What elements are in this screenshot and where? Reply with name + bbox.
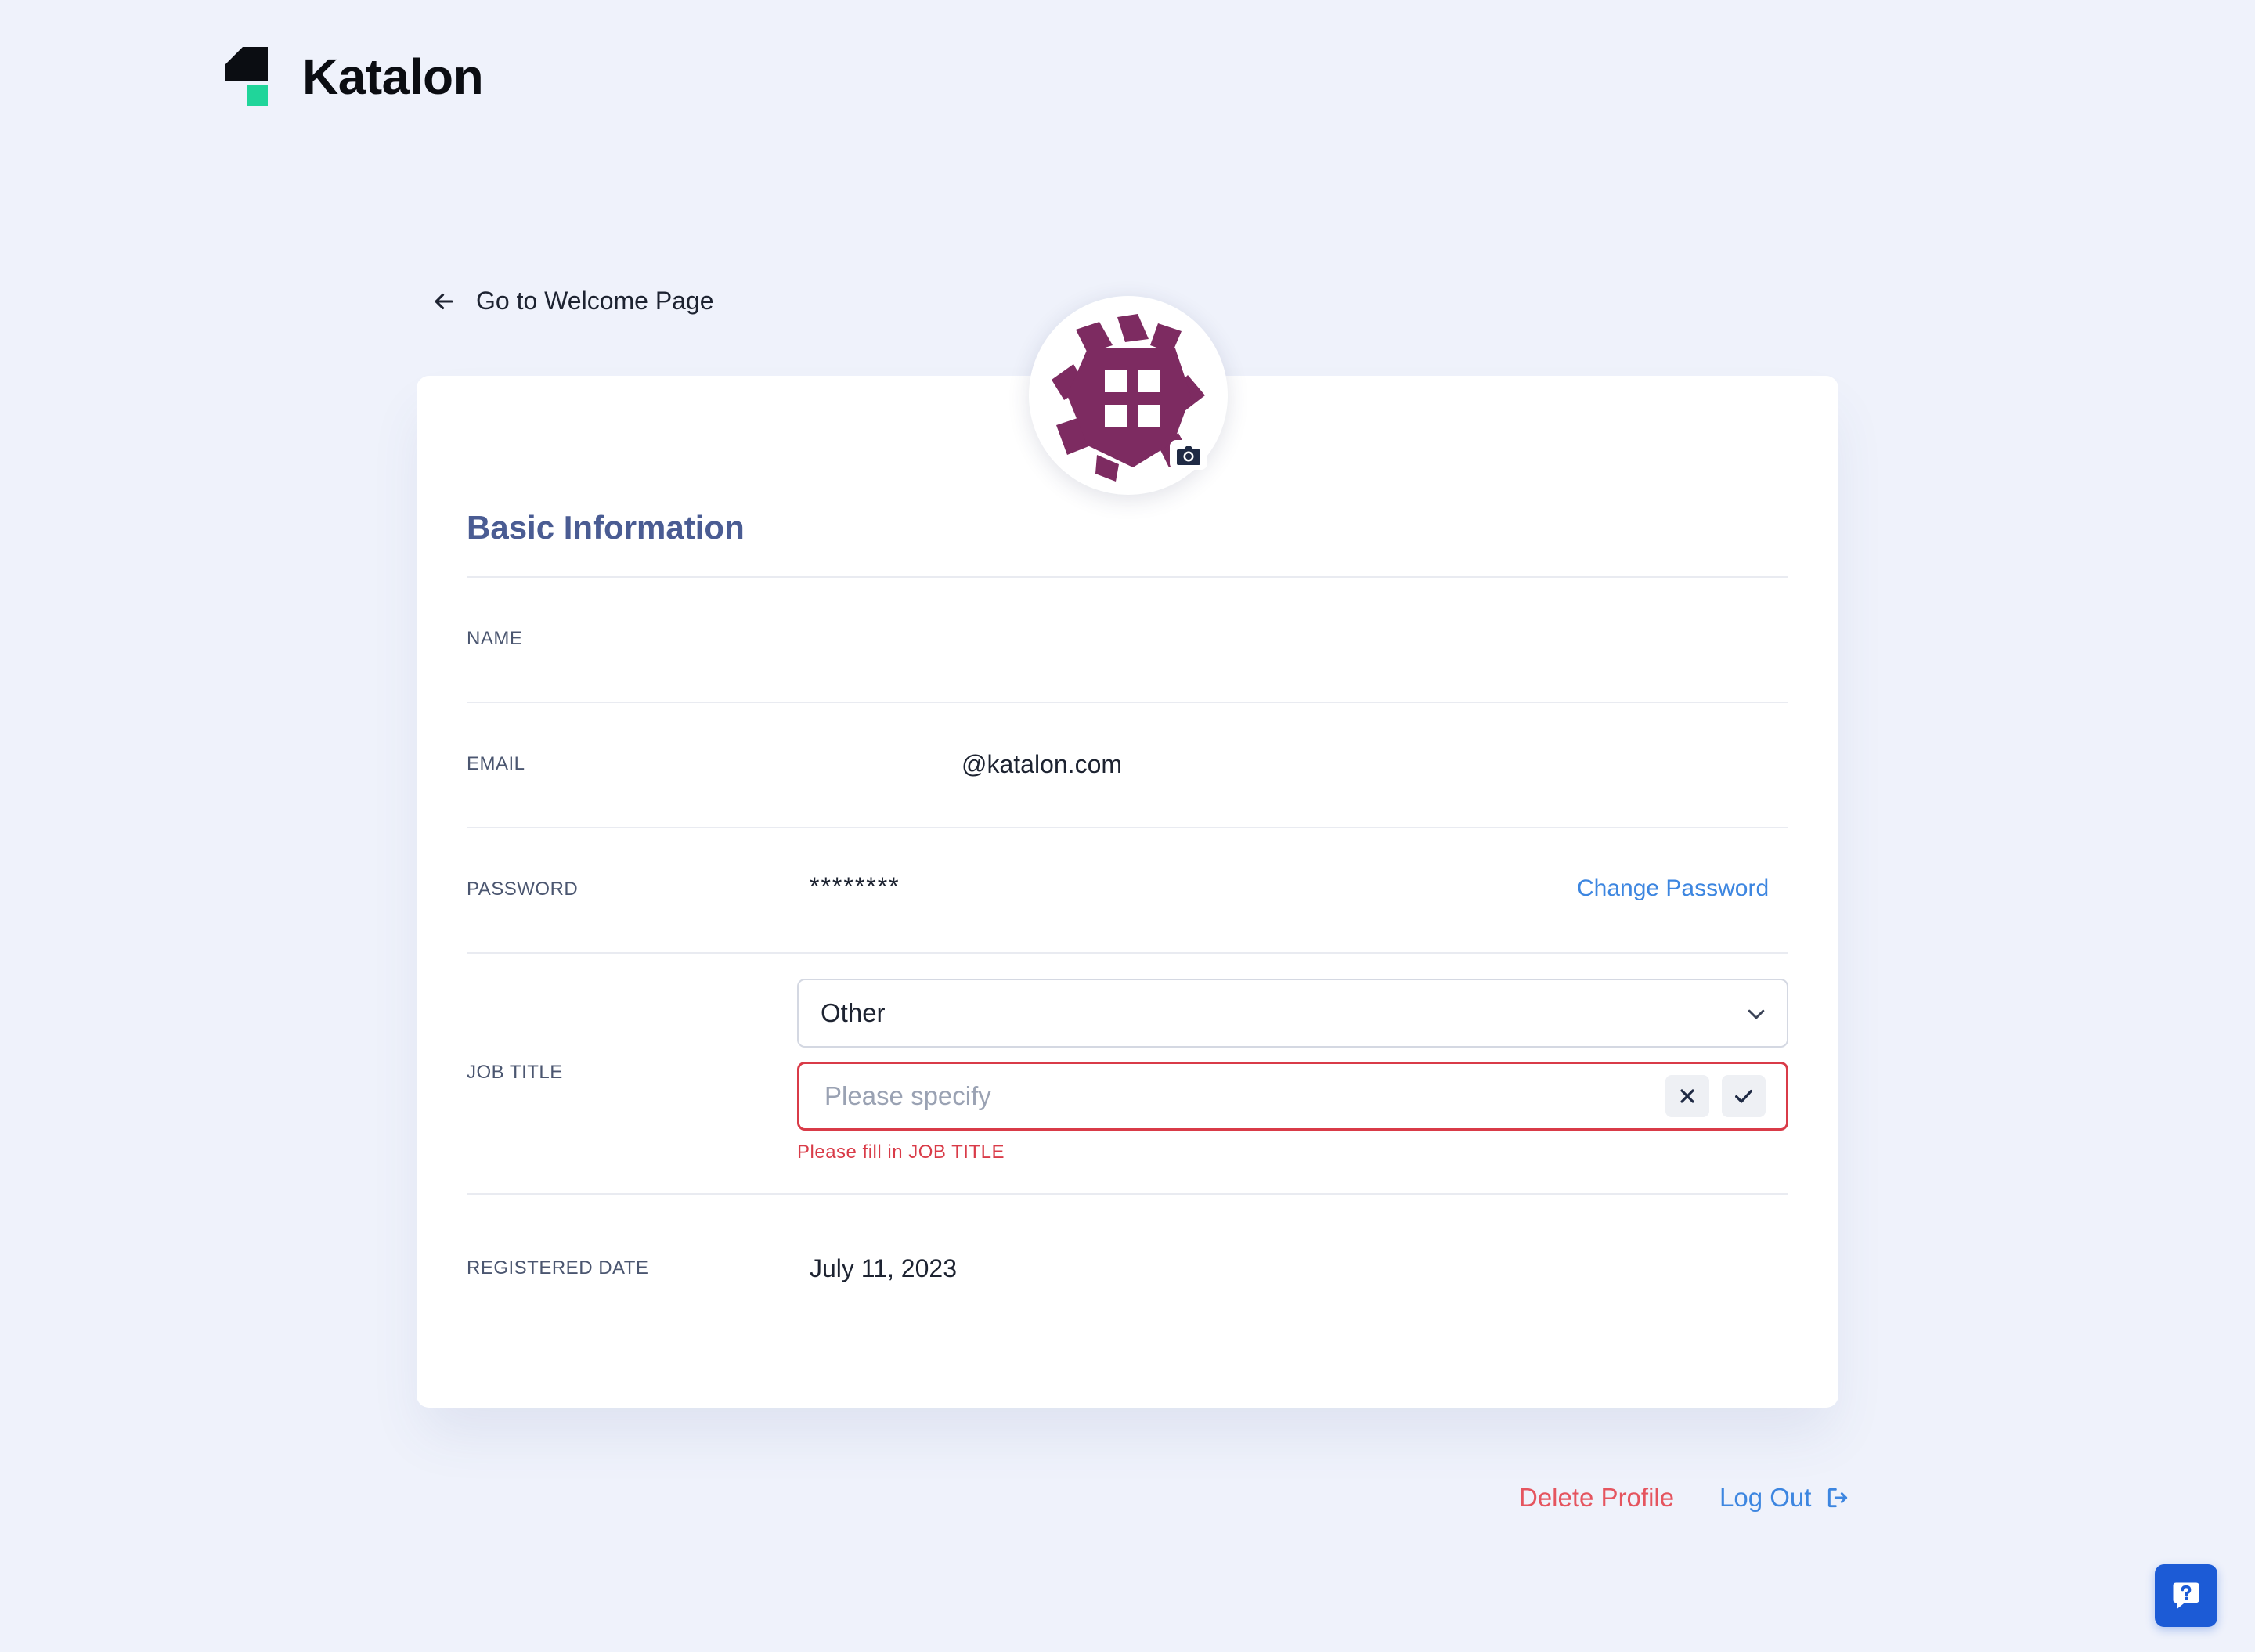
check-icon [1735, 1089, 1752, 1103]
job-title-specify-input[interactable] [824, 1081, 1607, 1111]
go-to-welcome-page-link[interactable]: Go to Welcome Page [431, 287, 714, 316]
log-out-label: Log Out [1719, 1483, 1812, 1512]
email-value: @katalon.com [962, 750, 1123, 778]
katalon-logo-icon [226, 47, 268, 106]
log-out-button[interactable]: Log Out [1719, 1483, 1850, 1513]
help-chat-button[interactable] [2155, 1564, 2217, 1627]
change-avatar-button[interactable] [1170, 440, 1207, 470]
job-title-error-message: Please fill in JOB TITLE [797, 1142, 1005, 1163]
change-password-link[interactable]: Change Password [1577, 875, 1769, 902]
divider [467, 827, 1788, 828]
job-title-specify-field [797, 1062, 1788, 1131]
section-title: Basic Information [467, 509, 745, 546]
arrow-left-icon [435, 293, 453, 309]
registered-date-label: REGISTERED DATE [467, 1257, 649, 1279]
help-chat-icon [2173, 1582, 2199, 1609]
confirm-specify-button[interactable] [1722, 1075, 1766, 1117]
brand-name: Katalon [302, 49, 484, 105]
password-label: PASSWORD [467, 878, 579, 900]
email-label: EMAIL [467, 753, 525, 774]
job-title-select[interactable]: Other [797, 979, 1788, 1048]
camera-icon [1177, 446, 1200, 465]
divider [467, 576, 1788, 578]
divider [467, 702, 1788, 703]
logout-icon [1825, 1485, 1850, 1510]
job-title-label: JOB TITLE [467, 1062, 563, 1083]
password-value: ******** [810, 872, 900, 900]
delete-profile-button[interactable]: Delete Profile [1519, 1483, 1674, 1513]
chevron-down-icon [1748, 1009, 1765, 1019]
back-link-label: Go to Welcome Page [476, 287, 714, 315]
divider [467, 952, 1788, 954]
cancel-specify-button[interactable] [1665, 1075, 1709, 1117]
divider [467, 1193, 1788, 1195]
name-label: NAME [467, 628, 523, 649]
brand[interactable]: Katalon [226, 47, 484, 106]
job-title-selected-value: Other [821, 998, 886, 1027]
registered-date-value: July 11, 2023 [810, 1254, 957, 1282]
close-icon [1680, 1089, 1694, 1103]
